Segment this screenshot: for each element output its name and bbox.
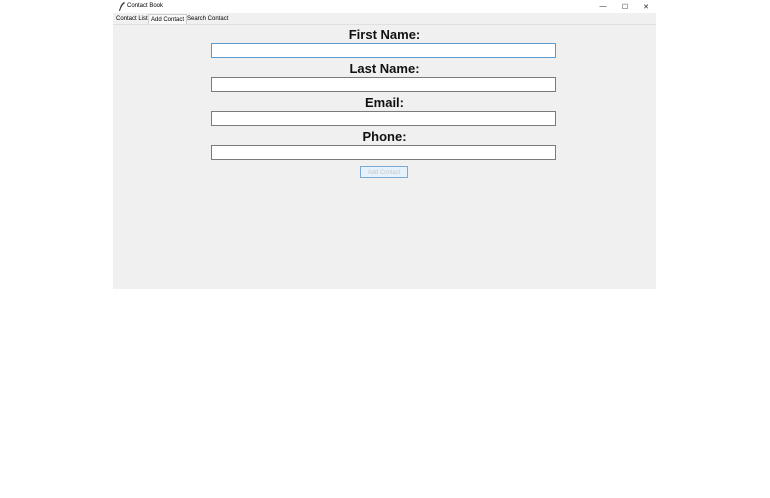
- add-contact-button[interactable]: Add Contact: [360, 166, 408, 178]
- email-field[interactable]: [211, 111, 556, 126]
- tab-search-contact[interactable]: Search Contact: [185, 15, 230, 24]
- title-bar[interactable]: Contact Book — ☐ ✕: [113, 0, 656, 13]
- first-name-label: First Name:: [348, 27, 421, 42]
- phone-label: Phone:: [362, 129, 407, 144]
- maximize-icon[interactable]: ☐: [615, 0, 635, 13]
- last-name-field[interactable]: [211, 77, 556, 92]
- minimize-icon[interactable]: —: [593, 0, 613, 13]
- add-contact-panel: First Name: Last Name: Email: Phone: Add…: [113, 24, 656, 289]
- window-title: Contact Book: [127, 3, 164, 9]
- phone-field[interactable]: [211, 145, 556, 160]
- tab-bar: Contact List Add Contact Search Contact: [113, 14, 656, 26]
- email-label: Email:: [364, 95, 404, 110]
- close-icon[interactable]: ✕: [636, 0, 656, 13]
- app-window: Contact Book — ☐ ✕ Contact List Add Cont…: [113, 0, 656, 289]
- tab-contact-list[interactable]: Contact List: [114, 15, 150, 24]
- last-name-label: Last Name:: [349, 61, 420, 76]
- feather-icon: [119, 2, 125, 11]
- first-name-field[interactable]: [211, 43, 556, 58]
